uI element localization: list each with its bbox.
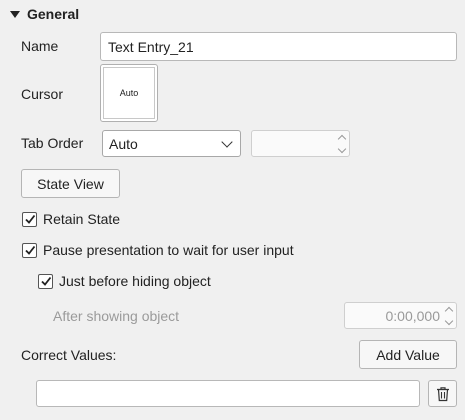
section-title: General [27, 6, 80, 22]
add-value-button[interactable]: Add Value [359, 340, 457, 369]
after-showing-time-spinner[interactable]: 0:00,000 [344, 302, 457, 329]
pause-presentation-label: Pause presentation to wait for user inpu… [43, 242, 294, 258]
just-before-hiding-label: Just before hiding object [59, 273, 211, 289]
pause-presentation-row[interactable]: Pause presentation to wait for user inpu… [22, 242, 294, 258]
name-input-value: Text Entry_21 [108, 38, 194, 55]
spinner-arrows-icon[interactable] [444, 306, 454, 325]
cursor-preview: Auto [103, 67, 155, 119]
name-input[interactable]: Text Entry_21 [100, 32, 457, 61]
state-view-button-label: State View [37, 175, 104, 192]
retain-state-row[interactable]: Retain State [22, 211, 120, 227]
just-before-hiding-row[interactable]: Just before hiding object [38, 273, 211, 289]
tab-order-select[interactable]: Auto [102, 130, 241, 157]
cursor-picker[interactable]: Auto [100, 64, 158, 122]
checkmark-icon [24, 214, 35, 224]
state-view-button[interactable]: State View [21, 169, 120, 198]
delete-value-button[interactable] [428, 380, 457, 407]
tab-order-spinner[interactable] [251, 130, 350, 157]
chevron-down-icon [221, 135, 233, 148]
after-showing-time-value: 0:00,000 [385, 307, 441, 324]
checkmark-icon [24, 245, 35, 255]
just-before-hiding-checkbox[interactable] [38, 273, 53, 289]
retain-state-checkbox[interactable] [22, 211, 37, 227]
correct-values-label: Correct Values: [21, 347, 117, 363]
tab-order-label: Tab Order [21, 135, 84, 151]
tab-order-selected: Auto [109, 135, 138, 152]
trash-icon [436, 386, 449, 401]
cursor-preview-text: Auto [119, 88, 139, 98]
correct-value-input[interactable] [36, 380, 420, 407]
cursor-label: Cursor [21, 86, 64, 102]
checkmark-icon [40, 276, 51, 286]
spinner-arrows-icon[interactable] [337, 134, 347, 153]
add-value-button-label: Add Value [376, 346, 440, 363]
general-section-header[interactable]: General [10, 5, 79, 23]
after-showing-label: After showing object [53, 308, 180, 324]
pause-presentation-checkbox[interactable] [22, 242, 37, 258]
name-label: Name [21, 38, 59, 54]
collapse-triangle-icon[interactable] [10, 10, 20, 18]
retain-state-label: Retain State [43, 211, 121, 227]
